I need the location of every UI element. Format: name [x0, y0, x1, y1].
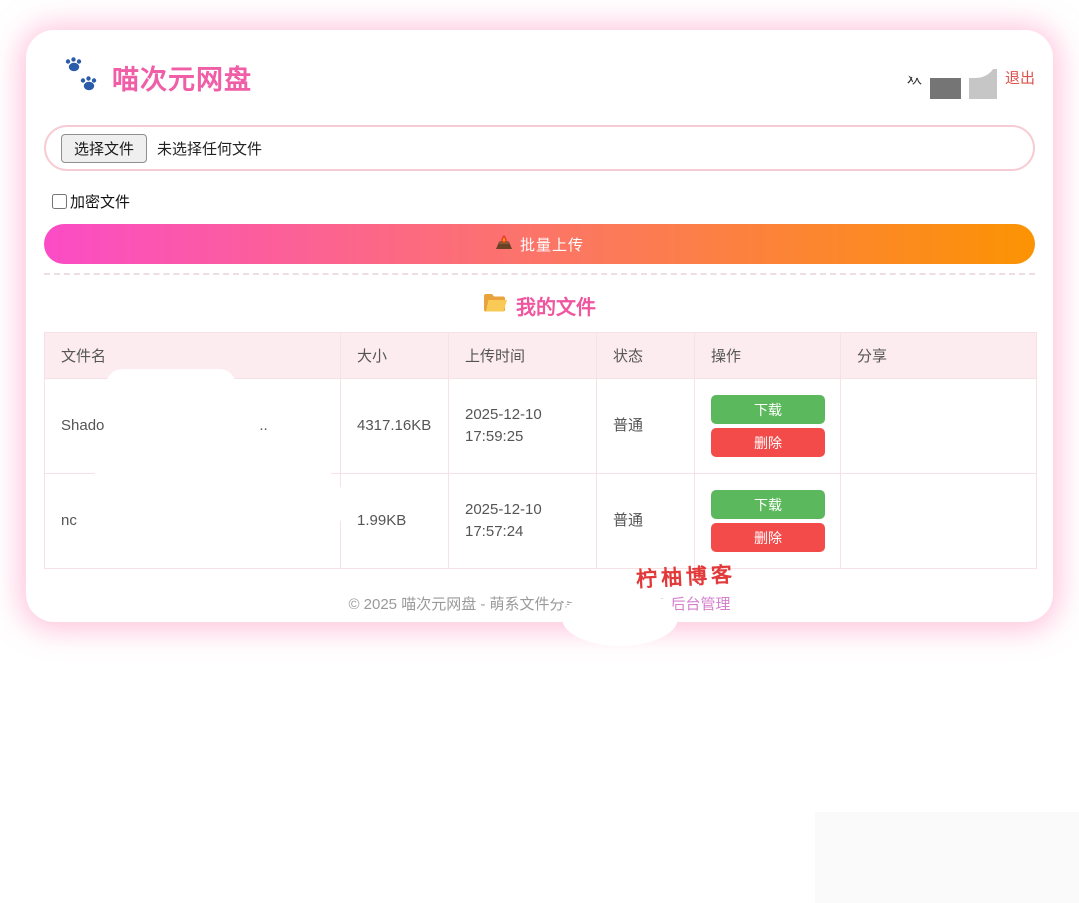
col-header-status: 状态	[597, 333, 695, 379]
file-status-cell: 普通	[597, 474, 695, 569]
file-ops-cell: 下载 删除	[695, 379, 841, 474]
encrypt-checkbox[interactable]	[52, 194, 67, 209]
admin-link[interactable]: 后台管理	[671, 593, 731, 614]
download-button[interactable]: 下载	[711, 395, 825, 424]
redaction-blob	[106, 369, 236, 402]
volcano-icon	[495, 234, 513, 254]
file-name-text: nc	[61, 512, 77, 529]
file-ops-cell: 下载 删除	[695, 474, 841, 569]
col-header-ops: 操作	[695, 333, 841, 379]
batch-upload-button[interactable]: 批量上传	[44, 224, 1035, 264]
col-header-time: 上传时间	[449, 333, 597, 379]
watermark-text: 柠柚博客	[635, 558, 736, 593]
page-title: 喵次元网盘	[112, 58, 252, 97]
file-share-cell	[841, 379, 1037, 474]
logout-link[interactable]: 退出	[1005, 67, 1035, 88]
paw-prints-icon	[64, 56, 100, 99]
file-input-area: 选择文件 未选择任何文件	[44, 125, 1035, 171]
artifact-rectangle	[815, 812, 1079, 903]
delete-button[interactable]: 删除	[711, 523, 825, 552]
no-file-selected-text: 未选择任何文件	[157, 138, 262, 159]
file-share-cell	[841, 474, 1037, 569]
file-name-suffix: ..	[259, 417, 267, 434]
upload-button-label: 批量上传	[520, 234, 584, 255]
download-button[interactable]: 下载	[711, 490, 825, 519]
redaction-blob	[897, 36, 997, 78]
my-files-title: 我的文件	[26, 291, 1053, 320]
col-header-size: 大小	[341, 333, 449, 379]
encrypt-option: 加密文件	[52, 191, 1035, 212]
footer: © 2025 喵次元网盘 - 萌系文件分享 后台管理	[26, 593, 1053, 614]
encrypt-label: 加密文件	[70, 191, 130, 212]
redaction-blob	[562, 590, 678, 646]
redaction-blob	[82, 461, 344, 547]
file-size-cell: 1.99KB	[341, 474, 449, 569]
file-status-cell: 普通	[597, 379, 695, 474]
col-header-share: 分享	[841, 333, 1037, 379]
dashed-divider	[44, 273, 1035, 275]
brand: 喵次元网盘	[44, 56, 252, 99]
choose-file-button[interactable]: 选择文件	[61, 134, 147, 163]
file-time-cell: 2025-12-10 17:59:25	[449, 379, 597, 474]
file-name-text: Shado	[61, 417, 104, 434]
delete-button[interactable]: 删除	[711, 428, 825, 457]
copyright-text: © 2025 喵次元网盘 - 萌系文件分享	[348, 593, 579, 614]
my-files-title-text: 我的文件	[516, 291, 596, 320]
file-size-cell: 4317.16KB	[341, 379, 449, 474]
folder-icon	[483, 293, 508, 319]
file-time-cell: 2025-12-10 17:57:24	[449, 474, 597, 569]
